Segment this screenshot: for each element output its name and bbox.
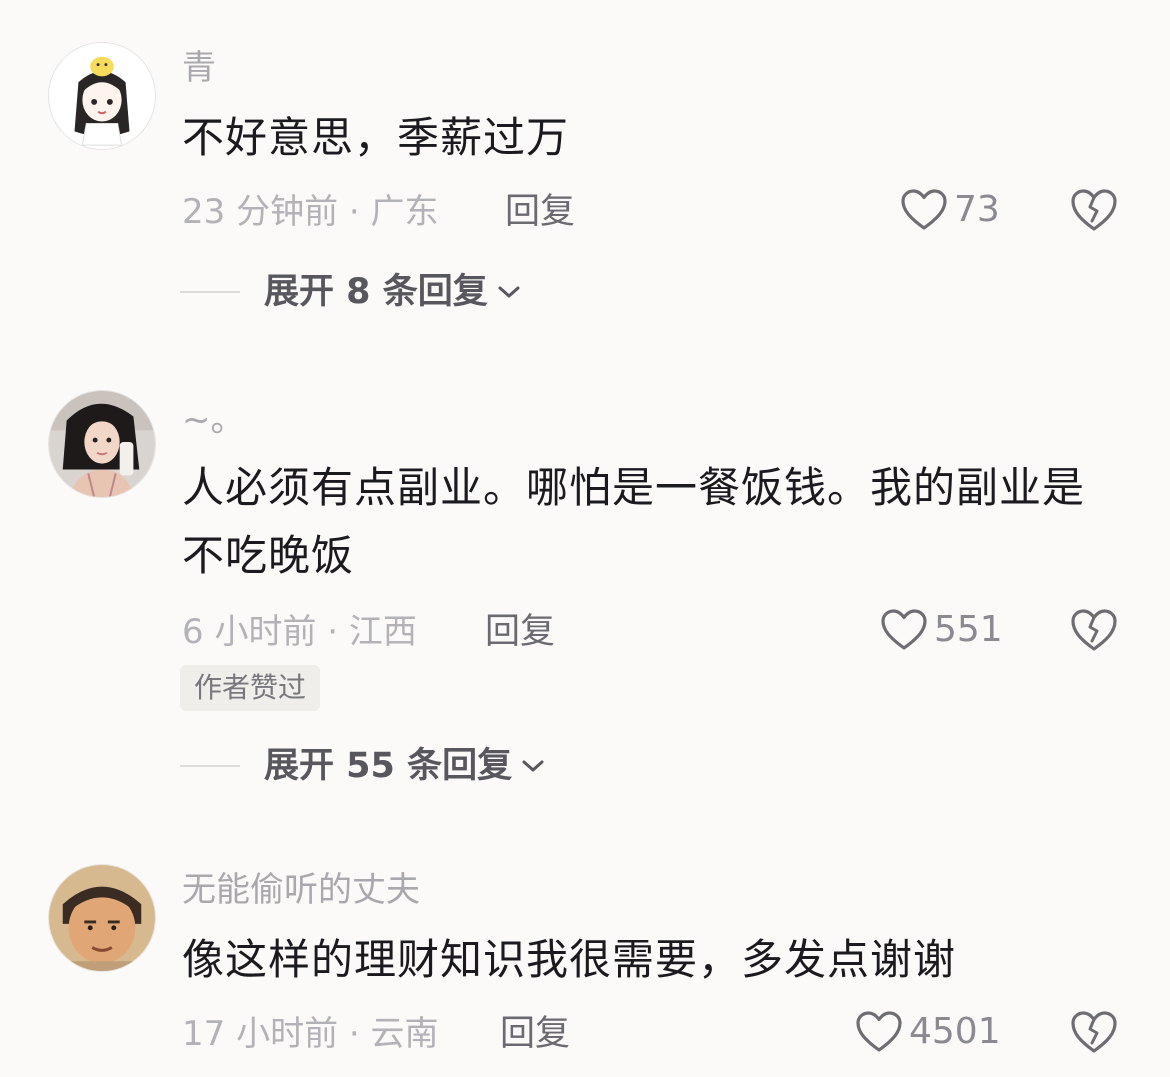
- reply-button[interactable]: 回复: [485, 612, 555, 652]
- chevron-down-icon: [522, 760, 544, 772]
- anime-girl-avatar-icon: [49, 43, 155, 149]
- broken-heart-icon: [1071, 1011, 1117, 1053]
- comment-meta: 17 小时前 · 云南: [182, 1014, 439, 1054]
- comment-text: 像这样的理财知识我很需要，多发点谢谢: [182, 935, 957, 984]
- like-count: 73: [954, 189, 1000, 230]
- broken-heart-icon: [1071, 189, 1117, 231]
- username[interactable]: 无能偷听的丈夫: [182, 870, 420, 910]
- broken-heart-icon: [1071, 609, 1117, 651]
- dislike-button[interactable]: [1070, 607, 1118, 653]
- expand-replies-button[interactable]: 展开 8 条回复: [180, 272, 522, 312]
- comments-screen: 青 不好意思，季薪过万 23 分钟前 · 广东 回复 73 展开 8 条回复 ~…: [0, 0, 1170, 1077]
- reply-button[interactable]: 回复: [500, 1014, 570, 1054]
- heart-outline-icon: [856, 1011, 902, 1052]
- divider: [180, 291, 240, 293]
- like-button[interactable]: 4501: [855, 1010, 1001, 1054]
- heart-outline-icon: [881, 609, 927, 650]
- heart-outline-icon: [901, 189, 947, 230]
- like-count: 551: [934, 609, 1003, 650]
- avatar[interactable]: [48, 42, 156, 150]
- divider: [180, 765, 240, 767]
- comment-text: 人必须有点副业。哪怕是一餐饭钱。我的副业是不吃晚饭: [182, 463, 1086, 580]
- username[interactable]: ~。: [182, 400, 245, 440]
- man-photo-avatar-icon: [49, 865, 155, 971]
- comment-meta: 6 小时前 · 江西: [182, 612, 417, 652]
- dislike-button[interactable]: [1070, 187, 1118, 233]
- dislike-button[interactable]: [1070, 1009, 1118, 1055]
- like-button[interactable]: 73: [900, 188, 1000, 232]
- avatar[interactable]: [48, 864, 156, 972]
- comment-text: 不好意思，季薪过万: [182, 113, 570, 162]
- expand-replies-label: 展开 8 条回复: [264, 272, 488, 312]
- author-liked-badge: 作者赞过: [180, 665, 321, 711]
- comment-meta: 23 分钟前 · 广东: [182, 192, 439, 232]
- avatar[interactable]: [48, 390, 156, 498]
- username[interactable]: 青: [182, 48, 216, 88]
- expand-replies-button[interactable]: 展开 55 条回复: [180, 746, 546, 786]
- chevron-down-icon: [498, 286, 520, 298]
- like-count: 4501: [909, 1011, 1001, 1052]
- like-button[interactable]: 551: [880, 608, 1003, 652]
- woman-photo-avatar-icon: [49, 391, 155, 497]
- expand-replies-label: 展开 55 条回复: [264, 746, 513, 786]
- reply-button[interactable]: 回复: [505, 192, 575, 232]
